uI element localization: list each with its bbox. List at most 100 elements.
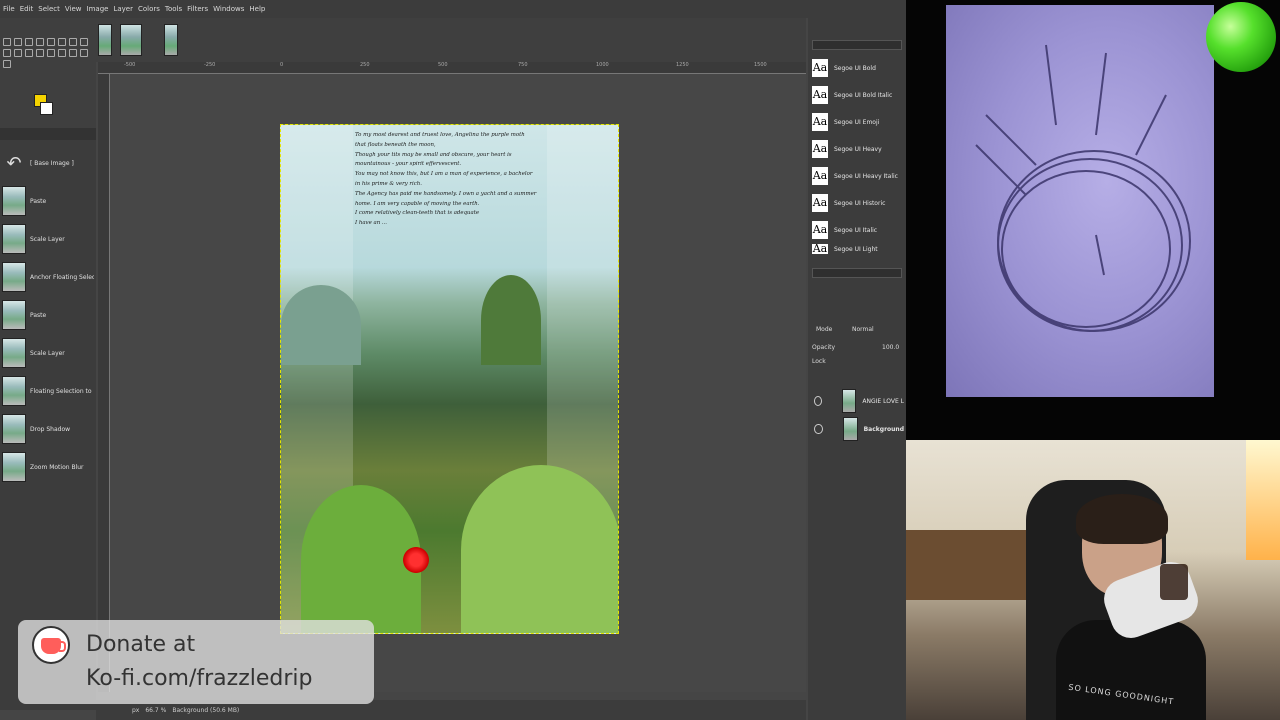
menu-filters[interactable]: Filters <box>187 5 208 13</box>
image-tab-1[interactable] <box>98 24 112 56</box>
history-item-label: Paste <box>30 197 47 205</box>
tree-shape <box>481 275 541 365</box>
image-canvas[interactable]: To my most dearest and truest love, Ange… <box>280 124 619 634</box>
layer-thumbnail <box>842 417 858 441</box>
poem-line: mountainous - your spirit effervescent. <box>355 161 462 168</box>
opacity-value[interactable]: 100.0 <box>882 344 899 351</box>
menu-windows[interactable]: Windows <box>213 5 244 13</box>
smudge-tool-icon[interactable] <box>47 49 55 57</box>
font-item[interactable]: Aa Segoe UI Emoji <box>812 110 879 134</box>
menu-colors[interactable]: Colors <box>138 5 160 13</box>
history-item-label: Drop Shadow <box>30 425 71 433</box>
tag-filter-input[interactable] <box>812 268 902 278</box>
menu-select[interactable]: Select <box>38 5 60 13</box>
font-name: Segoe UI Bold <box>834 64 876 72</box>
align-tool-icon[interactable] <box>14 38 22 46</box>
crop-tool-icon[interactable] <box>47 38 55 46</box>
history-item[interactable]: ↶ [ Base Image ] <box>2 146 94 180</box>
background-color-swatch[interactable] <box>40 102 53 115</box>
layer-row[interactable]: ANGIE LOVE L <box>814 388 904 414</box>
font-item[interactable]: Aa Segoe UI Light <box>812 244 878 254</box>
scale-tool-icon[interactable] <box>25 38 33 46</box>
history-item[interactable]: Paste <box>2 298 94 332</box>
history-thumbnail <box>2 414 26 444</box>
eraser-tool-icon[interactable] <box>25 49 33 57</box>
font-item[interactable]: Aa Segoe UI Italic <box>812 218 877 242</box>
undo-arrow-icon: ↶ <box>6 152 22 174</box>
history-item[interactable]: Floating Selection to L <box>2 374 94 408</box>
history-item-label: Floating Selection to L <box>30 387 94 395</box>
poem-line: Though your tits may be small and obscur… <box>355 151 512 158</box>
zoom-tool-icon[interactable] <box>3 60 11 68</box>
font-preview-icon: Aa <box>812 244 828 254</box>
history-item[interactable]: Anchor Floating Select <box>2 260 94 294</box>
history-item[interactable]: Scale Layer <box>2 336 94 370</box>
rect-select-icon[interactable] <box>80 38 88 46</box>
rotate-tool-icon[interactable] <box>36 38 44 46</box>
menu-edit[interactable]: Edit <box>20 5 34 13</box>
font-filter-input[interactable] <box>812 40 902 50</box>
font-item[interactable]: Aa Segoe UI Bold <box>812 56 876 80</box>
history-item-label: Anchor Floating Select <box>30 273 94 281</box>
horizontal-ruler: -500 -250 0 250 500 750 1000 1250 1500 <box>98 62 806 74</box>
perspective-tool-icon[interactable] <box>58 38 66 46</box>
font-preview-icon: Aa <box>812 221 828 239</box>
history-thumbnail <box>2 186 26 216</box>
history-item[interactable]: Drop Shadow <box>2 412 94 446</box>
toolbox <box>0 18 96 128</box>
text-tool-icon[interactable] <box>69 49 77 57</box>
hair <box>1076 494 1168 544</box>
poem-line: I have an ... <box>355 220 388 227</box>
history-item-label: Scale Layer <box>30 349 65 357</box>
lasso-select-icon[interactable] <box>3 49 11 57</box>
bucket-fill-icon[interactable] <box>58 49 66 57</box>
font-item[interactable]: Aa Segoe UI Heavy Italic <box>812 164 898 188</box>
visibility-eye-icon[interactable] <box>814 424 823 434</box>
menu-image[interactable]: Image <box>87 5 109 13</box>
clone-tool-icon[interactable] <box>36 49 44 57</box>
history-thumbnail <box>2 338 26 368</box>
menu-file[interactable]: File <box>3 5 15 13</box>
sun-drawing <box>975 44 1191 332</box>
ruler-label: 1500 <box>754 62 767 68</box>
poem-line: The Agency has paid me handsomely. I own… <box>355 190 537 197</box>
font-name: Segoe UI Emoji <box>834 118 880 126</box>
font-name: Segoe UI Heavy Italic <box>834 172 898 180</box>
lock-label: Lock <box>812 358 826 365</box>
menu-layer[interactable]: Layer <box>113 5 133 13</box>
history-item-label: Scale Layer <box>30 235 65 243</box>
menu-view[interactable]: View <box>65 5 82 13</box>
font-item[interactable]: Aa Segoe UI Historic <box>812 191 885 215</box>
history-thumbnail <box>2 376 26 406</box>
layer-thumbnail <box>842 389 857 413</box>
fuzzy-select-icon[interactable] <box>69 38 77 46</box>
history-thumbnail <box>2 300 26 330</box>
visibility-eye-icon[interactable] <box>814 396 823 406</box>
history-item[interactable]: Zoom Motion Blur <box>2 450 94 484</box>
font-item[interactable]: Aa Segoe UI Heavy <box>812 137 882 161</box>
image-tab-2[interactable] <box>120 24 142 56</box>
history-item[interactable]: Scale Layer <box>2 222 94 256</box>
mode-select[interactable]: Normal <box>852 326 874 333</box>
mode-label: Mode <box>816 326 833 333</box>
zoom-select[interactable]: 66.7 % <box>145 707 166 714</box>
font-preview-icon: Aa <box>812 140 828 158</box>
move-tool-icon[interactable] <box>3 38 11 46</box>
history-item[interactable]: Paste <box>2 184 94 218</box>
paintbrush-tool-icon[interactable] <box>14 49 22 57</box>
font-preview-icon: Aa <box>812 86 828 104</box>
mountain-shape <box>281 285 361 365</box>
streamer: SO LONG GOODNIGHT <box>1056 494 1206 720</box>
font-item[interactable]: Aa Segoe UI Bold Italic <box>812 83 892 107</box>
drinking-glass <box>1160 564 1188 600</box>
menu-help[interactable]: Help <box>249 5 265 13</box>
layer-row[interactable]: Background <box>814 416 904 442</box>
font-preview-icon: Aa <box>812 113 828 131</box>
poem-text: To my most dearest and truest love, Ange… <box>355 131 545 229</box>
canvas-area[interactable]: -500 -250 0 250 500 750 1000 1250 1500 T… <box>98 62 806 692</box>
unit-select[interactable]: px <box>132 707 139 714</box>
image-tab-3[interactable] <box>164 24 178 56</box>
image-tabs <box>96 18 806 62</box>
menu-tools[interactable]: Tools <box>165 5 182 13</box>
color-picker-icon[interactable] <box>80 49 88 57</box>
